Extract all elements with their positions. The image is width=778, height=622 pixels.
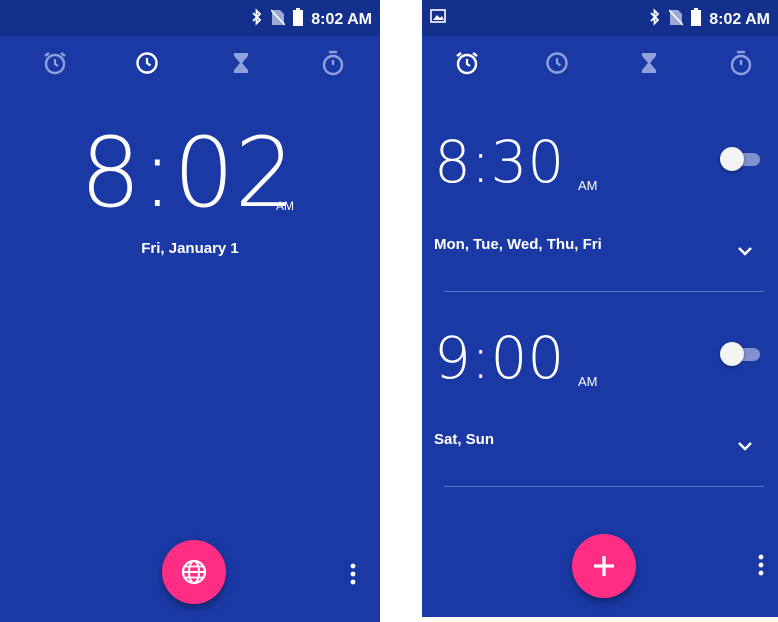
divider — [444, 486, 764, 487]
chevron-down-icon — [738, 247, 752, 256]
alarm-time[interactable]: 8:30 — [434, 128, 564, 196]
tab-bar — [422, 44, 778, 84]
tab-alarm[interactable] — [40, 48, 70, 78]
tab-timer[interactable] — [634, 48, 664, 78]
status-time: 8:02 AM — [311, 10, 372, 28]
alarm-toggle[interactable] — [720, 342, 762, 366]
overflow-menu-button[interactable] — [756, 554, 766, 576]
alarm-ampm: AM — [578, 178, 598, 193]
status-time: 8:02 AM — [709, 10, 770, 28]
timer-icon — [234, 53, 248, 73]
stopwatch-icon — [730, 50, 752, 76]
alarm-icon — [456, 52, 478, 75]
no-sim-icon — [270, 8, 286, 31]
clock-icon — [546, 52, 568, 74]
status-bar: 8:02 AM — [0, 0, 380, 36]
bluetooth-icon — [649, 8, 661, 31]
tab-alarm[interactable] — [452, 48, 482, 78]
expand-button[interactable] — [736, 244, 754, 256]
stopwatch-icon — [322, 50, 344, 76]
expand-button[interactable] — [736, 439, 754, 451]
tab-stopwatch[interactable] — [726, 48, 756, 78]
current-time: 8:02 — [80, 117, 296, 229]
battery-icon — [691, 8, 702, 31]
add-alarm-button[interactable] — [572, 534, 636, 598]
tab-clock[interactable] — [132, 48, 162, 78]
tab-stopwatch[interactable] — [318, 48, 348, 78]
status-bar: 8:02 AM — [422, 0, 778, 36]
current-date: Fri, January 1 — [141, 240, 239, 257]
image-notification-icon — [430, 8, 446, 29]
alarm-icon — [44, 52, 66, 75]
world-clock-button[interactable] — [162, 540, 226, 604]
alarm-time[interactable]: 9:00 — [434, 324, 564, 392]
current-ampm: AM — [276, 199, 294, 213]
globe-icon — [181, 559, 207, 585]
alarm-ampm: AM — [578, 374, 598, 389]
divider — [444, 291, 764, 292]
overflow-menu-button[interactable] — [348, 563, 358, 585]
clock-icon — [136, 52, 158, 74]
alarm-screen: 8:02 AM 8:30 AM Mon, Tue, Wed, Thu, Fri … — [422, 0, 778, 617]
bluetooth-icon — [251, 8, 263, 31]
chevron-down-icon — [738, 442, 752, 451]
tab-bar — [0, 44, 380, 84]
timer-icon — [642, 53, 656, 73]
battery-icon — [293, 8, 304, 31]
more-vert-icon — [350, 563, 356, 585]
tab-clock[interactable] — [542, 48, 572, 78]
alarm-days: Sat, Sun — [434, 431, 495, 448]
tab-timer[interactable] — [226, 48, 256, 78]
more-vert-icon — [758, 554, 764, 576]
clock-screen: 8:02 AM 8:02 AM Fri, January 1 — [0, 0, 380, 622]
alarm-toggle[interactable] — [720, 147, 762, 171]
plus-icon — [594, 556, 614, 576]
no-sim-icon — [668, 8, 684, 31]
alarm-days: Mon, Tue, Wed, Thu, Fri — [434, 236, 602, 253]
